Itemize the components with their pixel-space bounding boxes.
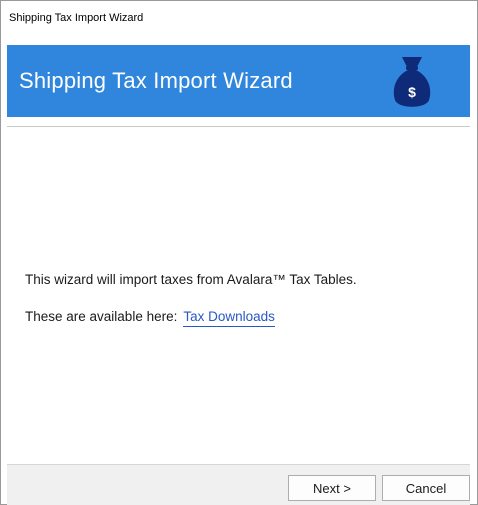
title-bar: Shipping Tax Import Wizard (1, 1, 477, 35)
button-bar: Next > Cancel (7, 464, 470, 505)
next-button[interactable]: Next > (288, 475, 376, 501)
availability-text: These are available here: Tax Downloads (25, 309, 275, 327)
banner-title: Shipping Tax Import Wizard (19, 68, 293, 93)
money-bag-icon: $ (393, 57, 431, 107)
dollar-sign: $ (408, 84, 416, 100)
intro-text: This wizard will import taxes from Avala… (25, 272, 357, 287)
wizard-window: Shipping Tax Import Wizard Shipping Tax … (0, 0, 478, 505)
tax-downloads-link[interactable]: Tax Downloads (183, 309, 275, 327)
header-banner: Shipping Tax Import Wizard $ (7, 45, 470, 117)
cancel-button[interactable]: Cancel (382, 475, 470, 501)
header-divider (7, 126, 470, 127)
window-title: Shipping Tax Import Wizard (9, 12, 144, 24)
availability-label: These are available here: (25, 309, 178, 324)
